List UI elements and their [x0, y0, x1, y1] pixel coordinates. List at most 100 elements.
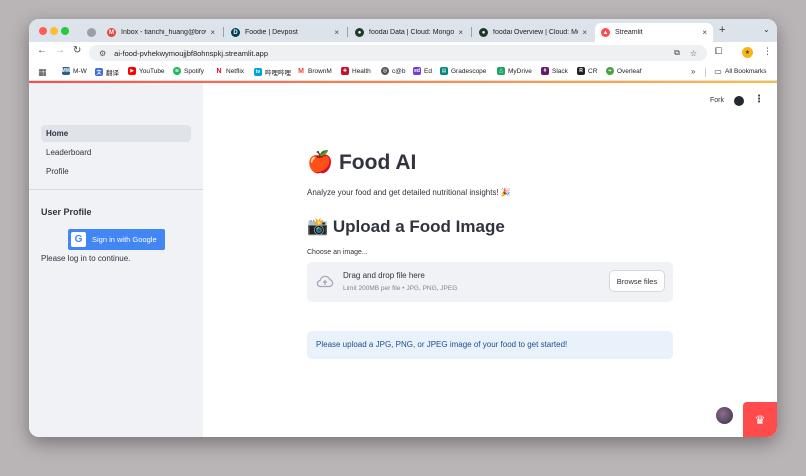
- tab-strip: M Inbox - tianchi_huang@brown × D Foodie…: [29, 19, 777, 42]
- page-subtitle: Analyze your food and get detailed nutri…: [307, 188, 511, 197]
- info-alert: Please upload a JPG, PNG, or JPEG image …: [307, 331, 673, 359]
- browser-window: M Inbox - tianchi_huang@brown × D Foodie…: [29, 19, 777, 437]
- ed-icon: ed: [413, 67, 421, 75]
- chrome-icon: [87, 28, 96, 37]
- close-tab-icon[interactable]: ×: [458, 28, 463, 37]
- browser-toolbar: ← → ↻ ⚙ ai-food-pvhekwymoujjbf8ohnspkj.s…: [29, 42, 777, 64]
- close-tab-icon[interactable]: ×: [702, 28, 707, 37]
- spotify-icon: ≋: [173, 67, 181, 75]
- new-tab-button[interactable]: +: [719, 24, 725, 36]
- bookmark-item[interactable]: ≋ Spotify: [173, 67, 204, 75]
- bookmark-item[interactable]: ▤ Gradescope: [440, 67, 486, 75]
- bookmark-item[interactable]: tv 哔哩哔哩: [254, 67, 291, 77]
- main-menu-icon[interactable]: ⋮: [754, 94, 764, 105]
- crown-icon: ♛: [754, 412, 766, 427]
- close-window-button[interactable]: [39, 27, 47, 35]
- forward-arrow-icon[interactable]: →: [55, 45, 65, 56]
- gradescope-icon: ▤: [440, 67, 448, 75]
- streamlit-icon: ▲: [601, 28, 610, 37]
- sidebar-item-home[interactable]: Home: [41, 125, 191, 142]
- overleaf-icon: ❧: [606, 67, 614, 75]
- tab-mongodb-overview[interactable]: ● foodai Overview | Cloud: Mon ×: [473, 23, 593, 42]
- install-app-icon[interactable]: ⧉: [674, 48, 680, 58]
- youtube-icon: ▶: [128, 67, 136, 75]
- gmail-icon: M: [107, 28, 116, 37]
- gmail-icon: M: [297, 67, 305, 75]
- cloud-upload-icon: [316, 275, 334, 288]
- sidebar-divider: [29, 189, 203, 190]
- url-text: ai-food-pvhekwymoujjbf8ohnspkj.streamlit…: [114, 48, 268, 58]
- tab-title: foodai Overview | Cloud: Mon: [493, 29, 579, 36]
- close-tab-icon[interactable]: ×: [210, 28, 215, 37]
- bookmark-star-icon[interactable]: ☆: [690, 49, 697, 58]
- file-dropzone[interactable]: Drag and drop file here Limit 200MB per …: [307, 262, 673, 302]
- chrome-menu-icon[interactable]: ⋮: [763, 46, 772, 57]
- login-message: Please log in to continue.: [41, 254, 131, 263]
- site-info-icon[interactable]: ⚙: [99, 49, 106, 58]
- google-logo-icon: G: [71, 232, 86, 247]
- user-profile-heading: User Profile: [41, 207, 92, 217]
- dropzone-limit: Limit 200MB per file • JPG, PNG, JPEG: [343, 285, 458, 292]
- translate-icon: 文: [95, 68, 103, 76]
- globe-icon: ◎: [381, 67, 389, 75]
- file-uploader-label: Choose an image...: [307, 249, 368, 256]
- bilibili-icon: tv: [254, 68, 262, 76]
- profile-avatar-icon[interactable]: ★: [742, 47, 753, 58]
- tab-streamlit[interactable]: ▲ Streamlit ×: [595, 23, 713, 42]
- bookmark-item[interactable]: 文翻译: [95, 67, 119, 77]
- google-sign-in-label: Sign in with Google: [92, 235, 157, 244]
- drive-icon: △: [497, 67, 505, 75]
- extensions-icon[interactable]: ⧠: [715, 46, 722, 57]
- browse-files-button[interactable]: Browse files: [609, 270, 665, 292]
- google-sign-in-button[interactable]: G Sign in with Google: [68, 229, 165, 250]
- close-tab-icon[interactable]: ×: [582, 28, 587, 37]
- all-bookmarks-button[interactable]: ▭ All Bookmarks: [714, 66, 766, 76]
- address-bar[interactable]: ⚙ ai-food-pvhekwymoujjbf8ohnspkj.streaml…: [89, 45, 707, 61]
- upload-heading: 📸 Upload a Food Image: [307, 217, 505, 236]
- tab-title: Streamlit: [615, 29, 643, 36]
- bookmark-item[interactable]: MW M-W: [62, 67, 87, 75]
- bookmark-item[interactable]: △ MyDrive: [497, 67, 532, 75]
- bookmarks-bar: ▦ MW M-W 文翻译 ▶ YouTube ≋ Spotify N Netflix t…: [29, 64, 777, 81]
- tab-search-icon[interactable]: ⌄: [763, 25, 770, 34]
- tab-title: foodai Data | Cloud: MongoDB: [369, 29, 455, 36]
- slack-icon: #: [541, 67, 549, 75]
- maximize-window-button[interactable]: [61, 27, 69, 35]
- bookmark-item[interactable]: ✚ Health: [341, 67, 371, 75]
- bookmark-item[interactable]: ◎ c@b: [381, 67, 405, 75]
- close-tab-icon[interactable]: ×: [334, 28, 339, 37]
- sidebar-item-leaderboard[interactable]: Leaderboard: [41, 144, 191, 161]
- mongodb-icon: ●: [479, 28, 488, 37]
- back-arrow-icon[interactable]: ←: [37, 45, 47, 56]
- dropzone-instructions: Drag and drop file here: [343, 271, 425, 280]
- sidebar: Home Leaderboard Profile User Profile G …: [29, 83, 203, 437]
- tab-pinned[interactable]: [81, 23, 97, 42]
- cr-icon: R: [577, 67, 585, 75]
- tab-title: Foodie | Devpost: [245, 29, 298, 36]
- github-icon[interactable]: [734, 96, 744, 106]
- streamlit-crown-button[interactable]: ♛: [743, 402, 777, 437]
- bookmark-item[interactable]: N Netflix: [215, 67, 244, 75]
- sidebar-item-profile[interactable]: Profile: [41, 163, 191, 180]
- fork-button[interactable]: Fork: [710, 97, 724, 104]
- tab-devpost[interactable]: D Foodie | Devpost ×: [225, 23, 345, 42]
- folder-icon: ▭: [714, 66, 722, 76]
- bookmark-item[interactable]: R CR: [577, 67, 597, 75]
- page-title: 🍎 Food AI: [307, 151, 417, 174]
- more-bookmarks-button[interactable]: »: [691, 67, 695, 76]
- tab-gmail[interactable]: M Inbox - tianchi_huang@brown ×: [101, 23, 221, 42]
- reload-icon[interactable]: ↻: [73, 45, 81, 56]
- apps-grid-icon[interactable]: ▦: [38, 67, 47, 78]
- netflix-icon: N: [215, 67, 223, 75]
- main-content: Fork ⋮ 🍎 Food AI Analyze your food and g…: [203, 83, 777, 437]
- bookmark-item[interactable]: # Slack: [541, 67, 568, 75]
- uk-flag-icon: ✚: [341, 67, 349, 75]
- devpost-icon: D: [231, 28, 240, 37]
- minimize-window-button[interactable]: [50, 27, 58, 35]
- bookmark-item[interactable]: M BrownM: [297, 67, 332, 75]
- user-avatar[interactable]: [716, 407, 733, 424]
- tab-mongodb-data[interactable]: ● foodai Data | Cloud: MongoDB ×: [349, 23, 469, 42]
- bookmark-item[interactable]: ▶ YouTube: [128, 67, 165, 75]
- bookmark-item[interactable]: ed Ed: [413, 67, 432, 75]
- bookmark-item[interactable]: ❧ Overleaf: [606, 67, 642, 75]
